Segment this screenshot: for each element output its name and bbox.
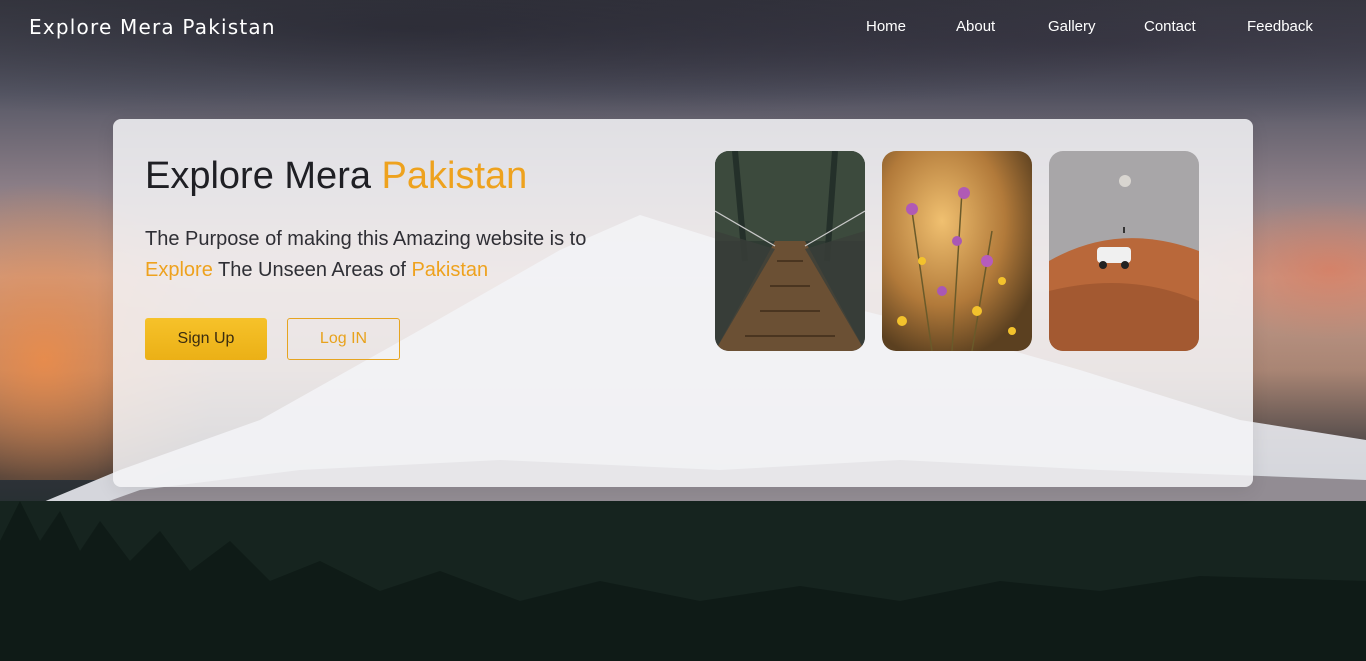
hero-desc-part2: The Unseen Areas of [212,259,412,281]
login-button[interactable]: Log IN [287,318,400,360]
hero-desc-accent-explore: Explore [145,259,213,281]
top-navbar: Explore Mera Pakistan Home About Gallery… [0,0,1366,56]
hero-title: Explore Mera Pakistan [145,155,527,198]
gallery-photo-bridge[interactable] [715,151,865,351]
gallery-photo-desert[interactable] [1049,151,1199,351]
signup-button[interactable]: Sign Up [145,318,267,360]
brand-logo[interactable]: Explore Mera Pakistan [29,15,276,39]
nav-contact[interactable]: Contact [1144,18,1196,35]
nav-feedback[interactable]: Feedback [1247,18,1313,35]
gallery-photo-flowers[interactable] [882,151,1032,351]
hero-title-accent: Pakistan [381,155,528,197]
nav-home[interactable]: Home [866,18,906,35]
nav-gallery[interactable]: Gallery [1048,18,1096,35]
background-forest [0,501,1366,661]
hero-card: Explore Mera Pakistan The Purpose of mak… [113,119,1253,487]
hero-desc-accent-pakistan: Pakistan [411,259,489,281]
hero-title-main: Explore Mera [145,155,382,197]
hero-description: The Purpose of making this Amazing websi… [145,224,665,286]
hero-desc-part1: The Purpose of making this Amazing websi… [145,228,587,250]
nav-about[interactable]: About [956,18,995,35]
